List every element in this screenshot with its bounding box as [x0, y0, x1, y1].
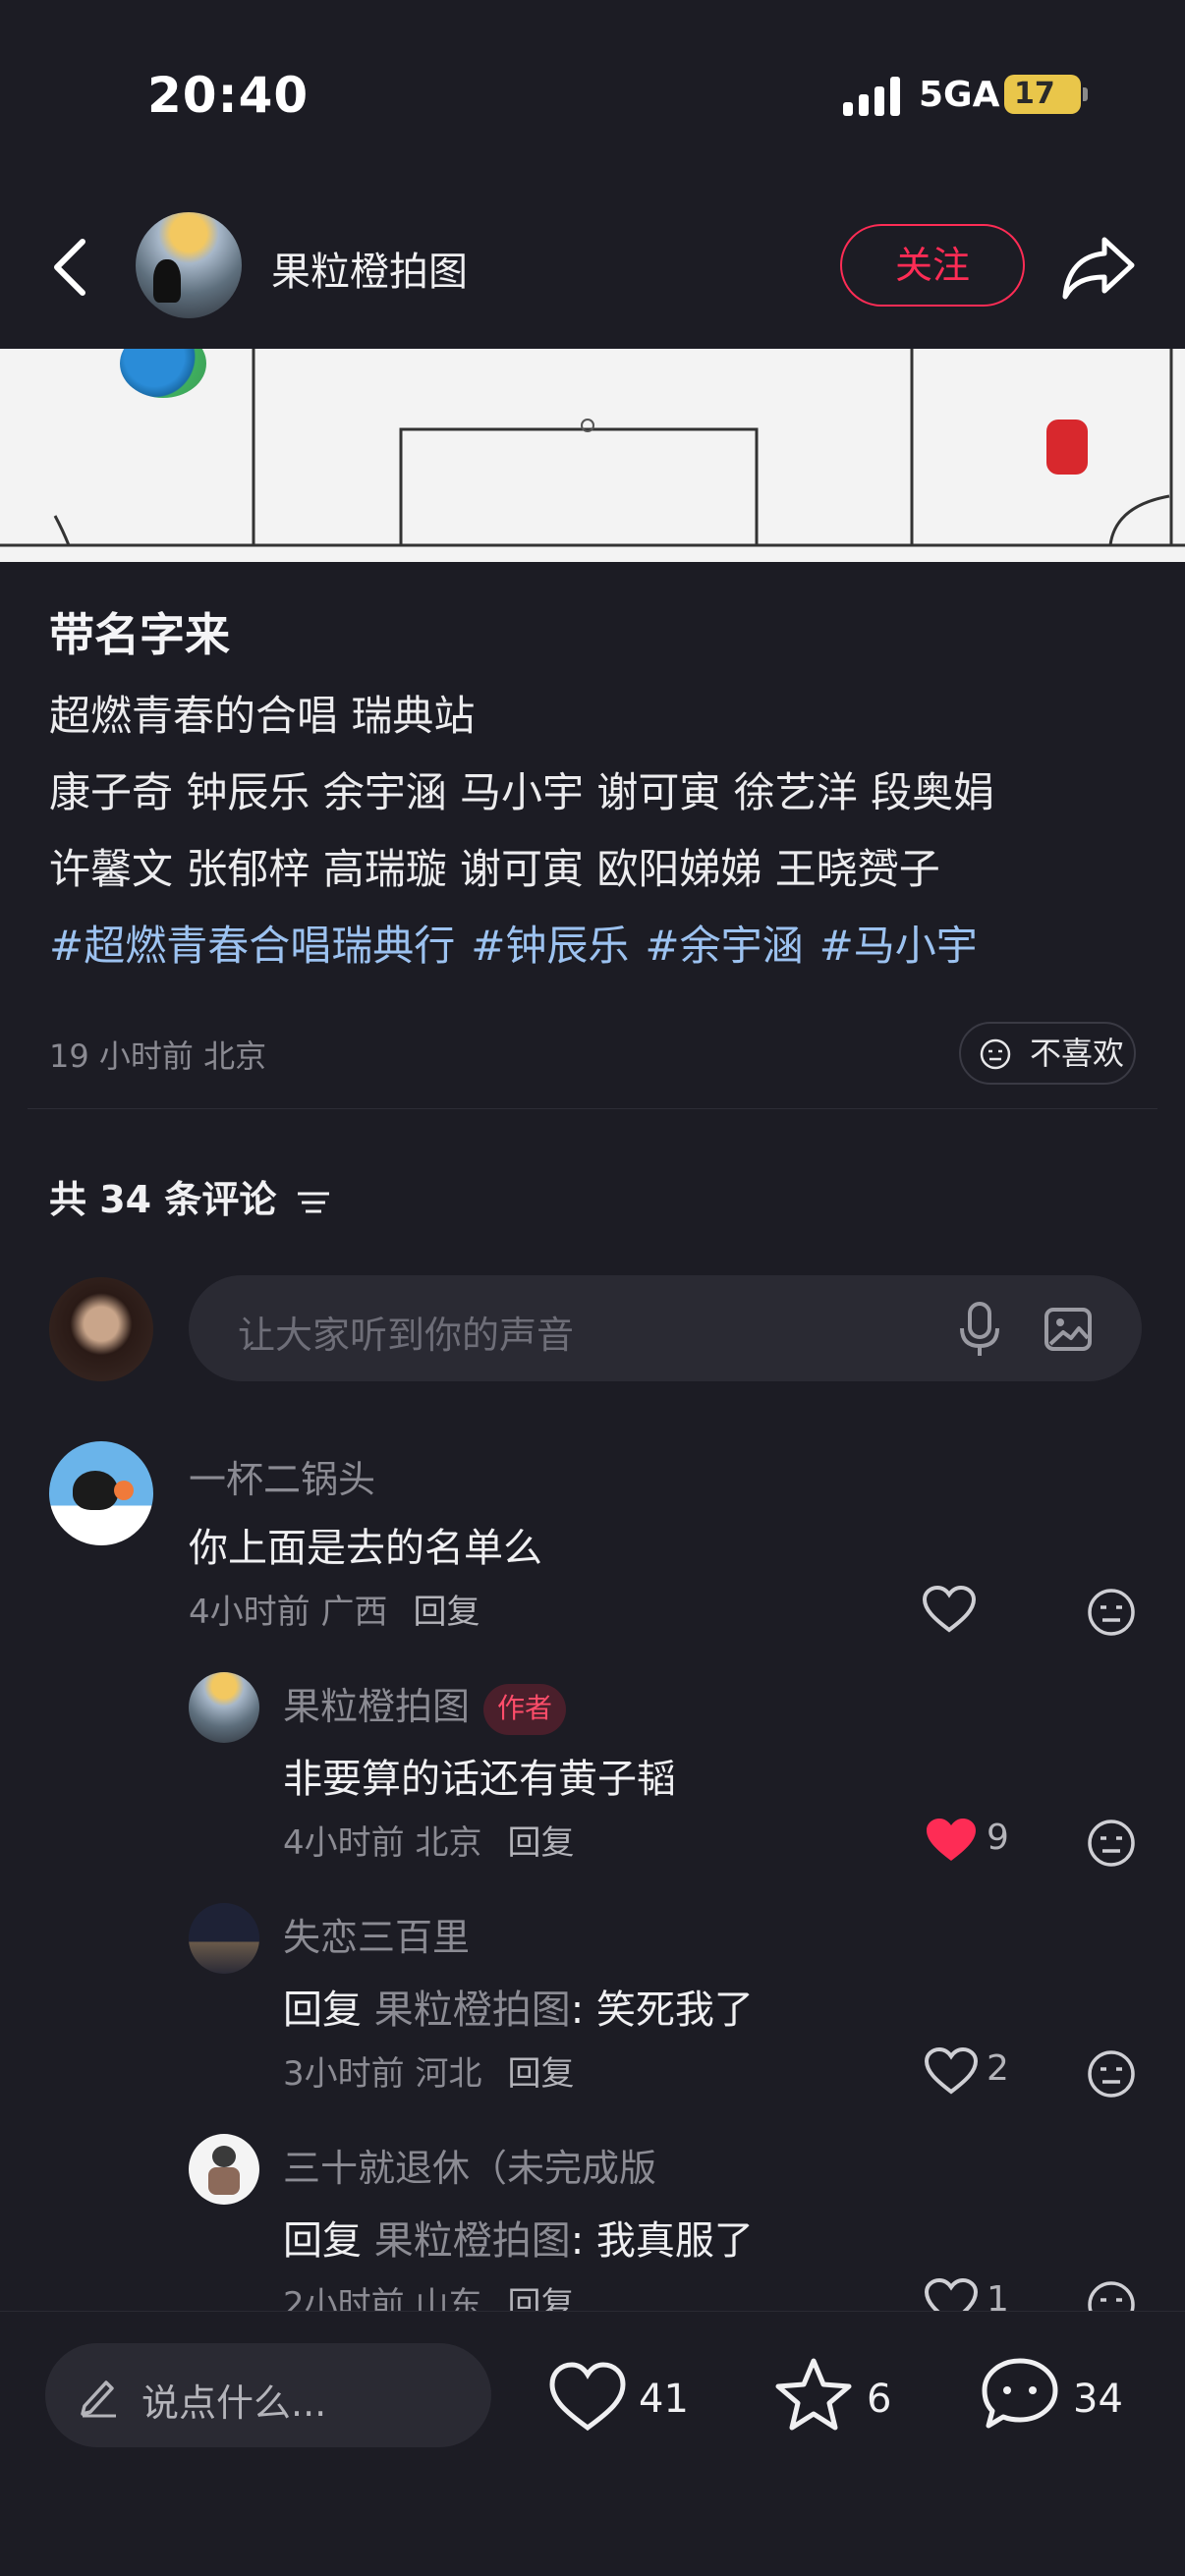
image-icon[interactable] — [1044, 1305, 1093, 1354]
comment-text: 回复 果粒橙拍图: 我真服了 — [283, 2209, 754, 2266]
bottom-action-bar: 说点什么... 41 6 34 — [0, 2311, 1185, 2576]
comment-time-location: 2小时前 山东 — [283, 2285, 482, 2311]
like-heart-icon[interactable] — [922, 1585, 977, 1634]
back-icon[interactable] — [43, 228, 102, 307]
like-heart-icon[interactable] — [924, 2277, 979, 2311]
status-time: 20:40 — [147, 67, 310, 124]
comment-bubble-icon[interactable] — [981, 2357, 1059, 2432]
dislike-face-icon[interactable] — [1086, 2279, 1137, 2311]
say-something-input[interactable]: 说点什么... — [45, 2343, 491, 2447]
commenter-name[interactable]: 失恋三百里 — [283, 1907, 470, 1961]
post-image[interactable] — [0, 349, 1185, 562]
comment-meta: 4小时前 北京 回复 — [283, 1816, 574, 1864]
commenter-avatar[interactable] — [189, 1903, 259, 1974]
pen-icon — [81, 2380, 116, 2418]
comment-text: 非要算的话还有黄子韬 — [283, 1757, 676, 1802]
author-badge: 作者 — [483, 1683, 567, 1735]
post-meta-row: 19 小时前 北京 不喜欢 — [49, 1022, 1136, 1089]
thumbs-up-sticker — [1046, 420, 1088, 475]
like-count: 2 — [987, 2048, 1009, 2089]
reply-button[interactable]: 回复 — [413, 1593, 480, 1632]
reply-prefix: 回复 — [283, 1988, 374, 2033]
signal-icon — [843, 77, 900, 116]
reply-prefix: 回复 — [283, 2218, 374, 2264]
my-avatar — [49, 1277, 153, 1381]
dislike-face-icon[interactable] — [1086, 1587, 1137, 1638]
comment-count: 34 — [1073, 2377, 1123, 2422]
post-title: 带名字来 — [49, 608, 230, 661]
commenter-avatar[interactable] — [189, 2134, 259, 2205]
comment-time-location: 4小时前 广西 — [189, 1593, 388, 1632]
follow-button[interactable]: 关注 — [840, 224, 1025, 307]
commenter-name[interactable]: 一杯二锅头 — [189, 1449, 375, 1503]
commenter-name-row: 果粒橙拍图 作者 — [283, 1676, 567, 1735]
dislike-button[interactable]: 不喜欢 — [959, 1022, 1136, 1085]
comment-meta: 4小时前 广西 回复 — [189, 1585, 480, 1633]
comment-reply-item: 果粒橙拍图 作者 非要算的话还有黄子韬 4小时前 北京 回复 9 — [0, 1670, 1185, 1886]
comment-meta: 2小时前 山东 回复 — [283, 2277, 574, 2311]
comment-item: 一杯二锅头 你上面是去的名单么 4小时前 广西 回复 — [0, 1439, 1185, 1655]
reply-body: : 我真服了 — [570, 2218, 754, 2264]
reply-target[interactable]: 果粒橙拍图 — [374, 1988, 571, 2033]
comment-input-row: 让大家听到你的声音 — [0, 1272, 1185, 1386]
dislike-face-icon[interactable] — [1086, 1818, 1137, 1869]
comment-input[interactable]: 让大家听到你的声音 — [189, 1275, 1142, 1381]
reply-target[interactable]: 果粒橙拍图 — [374, 2218, 571, 2264]
post-line: 许馨文 张郁梓 高瑞璇 谢可寅 欧阳娣娣 王晓赟子 — [49, 845, 940, 893]
dislike-label: 不喜欢 — [1030, 1035, 1125, 1072]
author-name[interactable]: 果粒橙拍图 — [271, 240, 468, 297]
comment-time-location: 4小时前 北京 — [283, 1823, 482, 1863]
post-line: 康子奇 钟辰乐 余宇涵 马小宇 谢可寅 徐艺洋 段奥娟 — [49, 768, 995, 816]
comment-reply-item: 失恋三百里 回复 果粒橙拍图: 笑死我了 3小时前 河北 回复 2 — [0, 1901, 1185, 2117]
like-count: 41 — [639, 2377, 689, 2422]
author-avatar[interactable] — [136, 212, 242, 318]
post-line: 超燃青春的合唱 瑞典站 — [49, 692, 476, 740]
like-count: 9 — [987, 1818, 1009, 1858]
hashtag[interactable]: #余宇涵 — [645, 922, 803, 970]
comment-count: 共 34 条评论 — [49, 1178, 277, 1221]
meh-face-icon — [980, 1038, 1011, 1070]
favorite-count: 6 — [867, 2377, 892, 2422]
commenter-name[interactable]: 三十就退休（未完成版 — [283, 2138, 656, 2192]
like-heart-icon[interactable] — [924, 2046, 979, 2096]
reply-button[interactable]: 回复 — [507, 1823, 574, 1863]
battery-tip — [1083, 87, 1088, 101]
hashtag[interactable]: #钟辰乐 — [471, 922, 629, 970]
sort-icon[interactable] — [296, 1188, 333, 1217]
microphone-icon[interactable] — [955, 1301, 1004, 1358]
comment-input-placeholder: 让大家听到你的声音 — [238, 1314, 575, 1357]
reply-body: : 笑死我了 — [570, 1988, 754, 2033]
comment-meta: 3小时前 河北 回复 — [283, 2046, 574, 2095]
reply-button[interactable]: 回复 — [507, 2285, 574, 2311]
star-icon[interactable] — [774, 2357, 853, 2432]
commenter-name[interactable]: 果粒橙拍图 — [283, 1685, 470, 1728]
post-content: 带名字来 超燃青春的合唱 瑞典站 康子奇 钟辰乐 余宇涵 马小宇 谢可寅 徐艺洋… — [49, 599, 1140, 984]
post-time-location: 19 小时前 北京 — [49, 1037, 267, 1075]
share-icon[interactable] — [1059, 226, 1140, 307]
commenter-avatar[interactable] — [189, 1672, 259, 1743]
hashtag[interactable]: #超燃青春合唱瑞典行 — [49, 922, 455, 970]
like-icon[interactable] — [548, 2359, 627, 2434]
comment-text: 回复 果粒橙拍图: 笑死我了 — [283, 1978, 754, 2035]
comment-text: 你上面是去的名单么 — [189, 1526, 542, 1571]
nav-bar: 果粒橙拍图 关注 — [0, 187, 1185, 349]
comment-time-location: 3小时前 河北 — [283, 2054, 482, 2094]
liked-heart-icon[interactable] — [924, 1816, 979, 1865]
comment-count-header[interactable]: 共 34 条评论 — [49, 1169, 333, 1223]
comment-reply-item: 三十就退休（未完成版 回复 果粒橙拍图: 我真服了 2小时前 山东 回复 1 — [0, 2132, 1185, 2311]
dislike-face-icon[interactable] — [1086, 2048, 1137, 2100]
network-type: 5GA — [919, 75, 1000, 115]
hashtag[interactable]: #马小宇 — [819, 922, 978, 970]
divider — [28, 1108, 1157, 1109]
battery-level: 17 — [1014, 77, 1055, 111]
commenter-avatar[interactable] — [49, 1441, 153, 1545]
say-placeholder: 说点什么... — [141, 2381, 327, 2425]
battery-icon: 17 — [1004, 75, 1081, 114]
status-bar: 20:40 5GA 17 — [0, 0, 1185, 187]
reply-button[interactable]: 回复 — [507, 2054, 574, 2094]
hashtag-list: #超燃青春合唱瑞典行 #钟辰乐 #余宇涵 #马小宇 — [49, 908, 1140, 984]
like-count: 1 — [987, 2279, 1009, 2311]
